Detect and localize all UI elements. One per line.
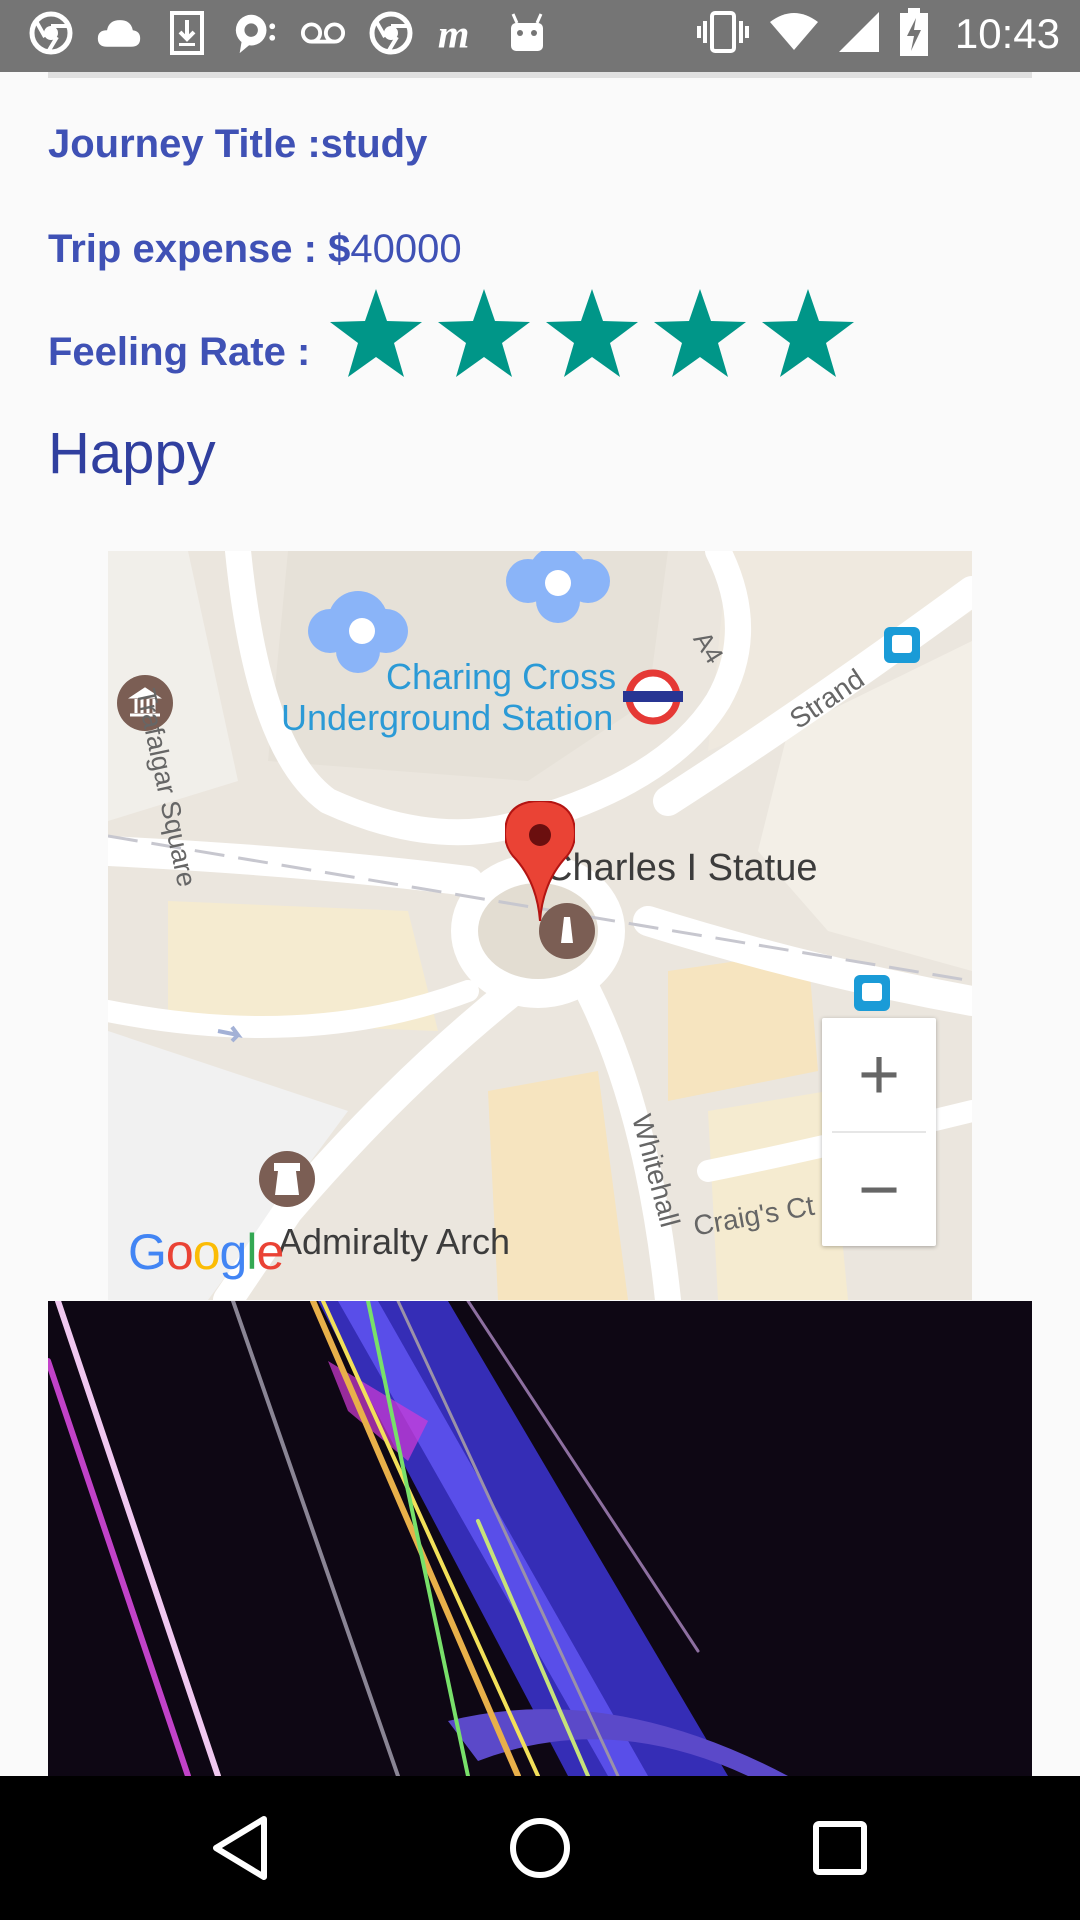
star-icon[interactable] xyxy=(430,285,538,380)
moto-icon: m xyxy=(436,10,482,56)
cloud-icon xyxy=(96,10,142,56)
rating-bar[interactable] xyxy=(322,285,862,380)
voicemail-icon xyxy=(300,10,346,56)
clock: 10:43 xyxy=(954,10,1060,57)
journey-title-label: Journey Title : xyxy=(48,122,321,166)
android-icon xyxy=(504,10,550,56)
photo-illustration xyxy=(48,1301,1032,1776)
journey-title-value: study xyxy=(320,122,428,166)
zoom-control: + − xyxy=(822,1018,936,1246)
marker-place-label: Charles I Statue xyxy=(545,847,818,889)
back-icon[interactable] xyxy=(198,1806,282,1890)
feeling-text: Happy xyxy=(48,421,216,486)
download-icon xyxy=(164,10,210,56)
star-icon[interactable] xyxy=(322,285,430,380)
chrome-icon xyxy=(28,10,74,56)
logo-letter: l xyxy=(246,1224,257,1280)
star-icon[interactable] xyxy=(754,285,862,380)
trip-expense-label: Trip expense : $ xyxy=(48,227,351,271)
zoom-in-button[interactable]: + xyxy=(822,1018,936,1131)
station-label-line1: Charing Cross xyxy=(386,656,617,697)
notification-icons: m xyxy=(28,10,550,56)
logo-letter: o xyxy=(192,1224,221,1280)
feeling-rate-row: Feeling Rate : xyxy=(48,285,862,380)
trip-expense-value: 40000 xyxy=(350,227,462,271)
wifi-icon xyxy=(769,12,819,56)
journey-title: Journey Title :study xyxy=(48,122,427,167)
place-label-admiralty: Admiralty Arch xyxy=(278,1221,511,1262)
logo-letter: e xyxy=(256,1224,284,1280)
home-icon[interactable] xyxy=(498,1806,582,1890)
station-label-line2: Underground Station xyxy=(281,697,614,738)
star-icon[interactable] xyxy=(646,285,754,380)
card-top-edge xyxy=(48,72,1032,78)
svg-text:m: m xyxy=(438,12,469,55)
chrome-icon xyxy=(368,10,414,56)
navigation-bar xyxy=(0,1776,1080,1920)
logo-letter: o xyxy=(165,1224,194,1280)
minus-icon: − xyxy=(857,1149,901,1230)
status-bar: m 10:43 xyxy=(0,0,1080,72)
trip-expense: Trip expense : $40000 xyxy=(48,227,462,272)
map-view[interactable]: Charing Cross Underground Station Charle… xyxy=(108,551,972,1300)
journey-photo xyxy=(48,1301,1032,1776)
recents-icon[interactable] xyxy=(798,1806,882,1890)
logo-letter: g xyxy=(219,1224,248,1280)
logo-letter: G xyxy=(128,1224,167,1280)
hangouts-icon xyxy=(232,10,278,56)
zoom-out-button[interactable]: − xyxy=(822,1133,936,1246)
google-logo: Google xyxy=(128,1223,284,1281)
star-icon[interactable] xyxy=(538,285,646,380)
system-icons: 10:43 xyxy=(695,8,1060,60)
battery-charging-icon xyxy=(899,8,929,60)
signal-icon xyxy=(837,10,881,58)
vibrate-icon xyxy=(695,9,751,59)
feeling-rate-label: Feeling Rate : xyxy=(48,330,311,374)
plus-icon: + xyxy=(857,1034,901,1115)
